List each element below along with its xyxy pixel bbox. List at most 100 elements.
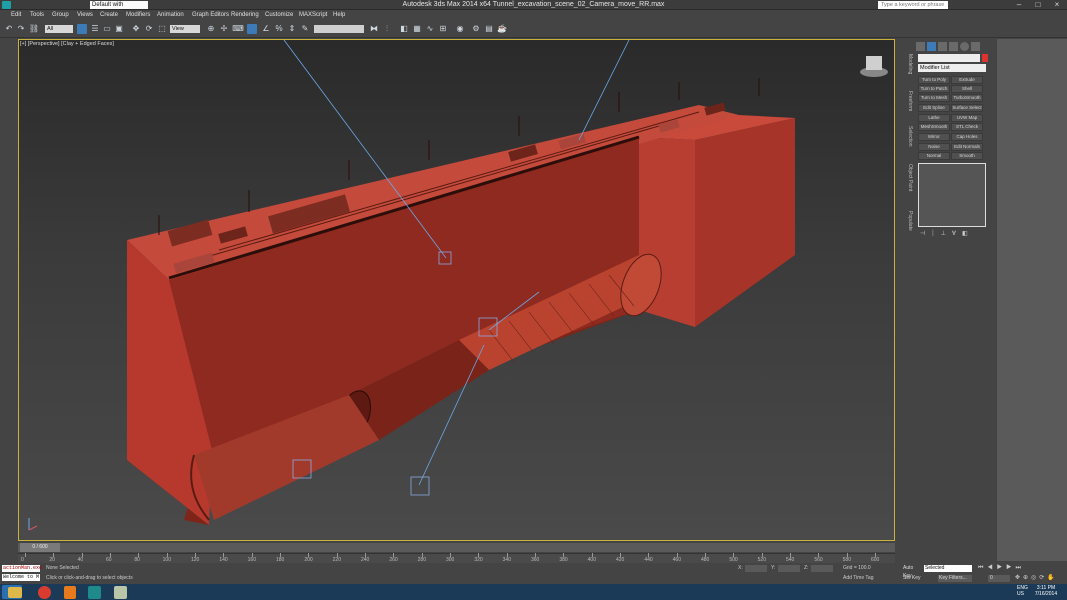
modifier-button[interactable]: Turn to Patch — [918, 85, 950, 93]
modifier-button[interactable]: Turn to Poly — [918, 76, 950, 84]
keyboard-shortcut-icon[interactable]: ⌨ — [232, 23, 244, 35]
menu-tools[interactable]: Tools — [30, 11, 44, 20]
key-filters-button[interactable]: Key Filters... — [938, 575, 972, 582]
modifier-button[interactable]: MeshSmooth — [918, 123, 950, 131]
curve-editor-icon[interactable]: ∿ — [424, 23, 436, 35]
viewport-nav-icons[interactable]: ✥⊕◎⟳✋ — [1015, 574, 1063, 582]
select-object-icon[interactable] — [77, 24, 87, 34]
modifier-button[interactable]: Cap Holes — [951, 133, 983, 141]
3dsmax-icon[interactable] — [88, 586, 101, 599]
snap-toggle-icon[interactable] — [247, 24, 257, 34]
selection-filter-dropdown[interactable]: All — [45, 25, 73, 33]
menu-edit[interactable]: Edit — [11, 11, 21, 20]
rect-selection-icon[interactable]: ▭ — [101, 23, 113, 35]
maximize-icon[interactable]: □ — [1029, 0, 1047, 9]
vlc-icon[interactable] — [64, 586, 76, 599]
angle-snap-icon[interactable]: ∠ — [260, 23, 272, 35]
menu-maxscript[interactable]: MAXScript — [299, 11, 327, 20]
select-manipulate-icon[interactable]: ✢ — [218, 23, 230, 35]
modifier-button[interactable]: Mirror — [918, 133, 950, 141]
chrome-icon[interactable] — [38, 586, 51, 599]
display-tab-icon[interactable] — [960, 42, 969, 51]
render-production-icon[interactable]: ☕ — [496, 23, 508, 35]
modifier-button[interactable]: Lathe — [918, 114, 950, 122]
utilities-tab-icon[interactable] — [971, 42, 980, 51]
graphite-icon[interactable]: ▦ — [411, 23, 423, 35]
menu-animation[interactable]: Animation — [157, 11, 184, 20]
object-name-field[interactable] — [918, 54, 980, 62]
mirror-icon[interactable]: ⧓ — [368, 23, 380, 35]
menu-customize[interactable]: Customize — [265, 11, 293, 20]
stack-tools-icons[interactable]: ⊣⏐⊥∀◧ — [920, 230, 986, 238]
reference-coord-dropdown[interactable]: View — [170, 25, 200, 33]
layer-manager-icon[interactable]: ◧ — [398, 23, 410, 35]
viewcube-icon[interactable] — [866, 56, 882, 70]
pivot-icon[interactable]: ⊕ — [205, 23, 217, 35]
undo-icon[interactable]: ↶ — [3, 23, 15, 35]
modifier-button[interactable]: Edit Spline — [918, 104, 950, 112]
modifier-button[interactable]: STL Check — [951, 123, 983, 131]
render-setup-icon[interactable]: ⚙ — [470, 23, 482, 35]
menu-create[interactable]: Create — [100, 11, 118, 20]
perspective-viewport[interactable] — [18, 39, 895, 541]
current-frame-field[interactable]: 0 — [988, 575, 1010, 582]
edit-named-sel-icon[interactable]: ✎ — [299, 23, 311, 35]
modifier-button[interactable]: Edit Normals — [951, 143, 983, 151]
clock[interactable]: 3:11 PM 7/16/2014 — [1028, 585, 1064, 597]
menu-rendering[interactable]: Rendering — [231, 11, 259, 20]
percent-snap-icon[interactable]: % — [273, 23, 285, 35]
search-input[interactable]: Type a keyword or phrase — [878, 1, 948, 9]
add-time-tag[interactable]: Add Time Tag — [843, 575, 873, 582]
menu-views[interactable]: Views — [77, 11, 93, 20]
time-slider-thumb[interactable]: 0 / 600 — [20, 543, 60, 552]
spinner-snap-icon[interactable]: ⇕ — [286, 23, 298, 35]
schematic-view-icon[interactable]: ⊞ — [437, 23, 449, 35]
language-indicator[interactable]: ENG US — [1017, 585, 1028, 597]
auto-key-button[interactable]: Auto Key — [903, 564, 921, 579]
modifier-button[interactable]: Shell — [951, 85, 983, 93]
set-key-button[interactable]: Set Key — [903, 574, 921, 582]
menu-group[interactable]: Group — [52, 11, 69, 20]
time-slider[interactable] — [18, 543, 895, 552]
modifier-button[interactable]: Surface Select — [951, 104, 983, 112]
modifier-button[interactable]: UVW Map — [951, 114, 983, 122]
z-coord-field[interactable] — [811, 565, 833, 572]
scale-icon[interactable]: ⬚ — [156, 23, 168, 35]
ribbon-tab-modeling[interactable]: Modeling — [903, 44, 913, 84]
modifier-button[interactable]: Turn to Mesh — [918, 94, 950, 102]
maxscript-listener-mini[interactable]: Welcome to M — [2, 574, 40, 581]
rotate-icon[interactable]: ⟳ — [143, 23, 155, 35]
redo-icon[interactable]: ↷ — [15, 23, 27, 35]
camera-target-box[interactable] — [410, 476, 430, 496]
modifier-button[interactable]: TurboSmooth — [951, 94, 983, 102]
modifier-list-dropdown[interactable]: Modifier List — [918, 64, 986, 72]
modify-tab-icon[interactable] — [927, 42, 936, 51]
align-icon[interactable]: ⫶ — [381, 23, 393, 35]
object-color-swatch[interactable] — [982, 54, 988, 62]
menu-graph-editors[interactable]: Graph Editors — [192, 11, 229, 20]
modifier-stack-view[interactable] — [918, 163, 986, 227]
create-tab-icon[interactable] — [916, 42, 925, 51]
window-crossing-icon[interactable]: ▣ — [113, 23, 125, 35]
menu-modifiers[interactable]: Modifiers — [126, 11, 150, 20]
minimize-icon[interactable]: – — [1010, 0, 1028, 9]
ribbon-tab-freeform[interactable]: Freeform — [903, 86, 913, 116]
named-selection-dropdown[interactable] — [314, 25, 364, 33]
link-icon[interactable]: ⛓ — [28, 23, 40, 35]
material-editor-icon[interactable]: ◉ — [454, 23, 466, 35]
close-icon[interactable]: × — [1048, 0, 1066, 9]
select-by-name-icon[interactable]: ☰ — [89, 23, 101, 35]
modifier-button[interactable]: Noise — [918, 143, 950, 151]
modifier-button[interactable]: Normal — [918, 152, 950, 160]
hierarchy-tab-icon[interactable] — [938, 42, 947, 51]
ribbon-tab-object-paint[interactable]: Object Paint — [903, 158, 913, 198]
app-icon[interactable] — [114, 586, 127, 599]
maxscript-listener-mini[interactable]: actionMan.exe — [2, 565, 42, 572]
menu-help[interactable]: Help — [333, 11, 345, 20]
y-coord-field[interactable] — [778, 565, 800, 572]
modifier-button[interactable]: Extrude — [951, 76, 983, 84]
ribbon-tab-populate[interactable]: Populate — [903, 205, 913, 237]
viewport-label[interactable]: [+] [Perspective] [Clay + Edged Faces] — [20, 40, 114, 48]
move-icon[interactable]: ✥ — [130, 23, 142, 35]
ribbon-tab-selection[interactable]: Selection — [903, 120, 913, 152]
